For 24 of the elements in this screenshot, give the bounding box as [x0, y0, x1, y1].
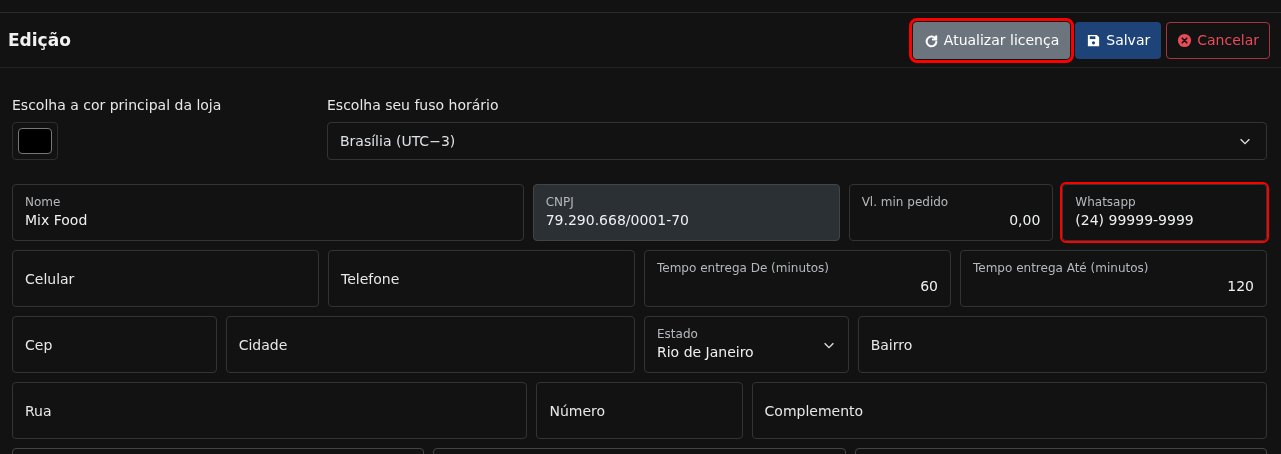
refresh-icon: [923, 32, 939, 48]
select-field[interactable]: Estado Rio de Janeiro: [644, 316, 849, 373]
cancel-button[interactable]: Cancelar: [1166, 21, 1270, 59]
input-field[interactable]: Telefone: [328, 250, 635, 307]
input-field[interactable]: Tempo entrega Até (minutos) 120: [960, 250, 1267, 307]
cancel-icon: [1177, 32, 1193, 48]
input-field[interactable]: Tempo entrega De (minutos) 60: [644, 250, 951, 307]
input-field[interactable]: Cep: [12, 316, 217, 373]
field-label: Escolha a cor principal da loja: [12, 97, 223, 113]
timezone-select[interactable]: Brasília (UTC−3): [327, 122, 1267, 160]
input-field[interactable]: Número: [536, 382, 743, 439]
input-field[interactable]: Cidade: [225, 316, 635, 373]
input-field[interactable]: Rua: [12, 382, 528, 439]
color-picker[interactable]: [12, 122, 58, 160]
input-field[interactable]: Complemento: [751, 382, 1267, 439]
save-icon: [1086, 32, 1102, 48]
input-field[interactable]: Vl. min pedido 0,00: [848, 184, 1054, 241]
field-label: Escolha seu fuso horário: [327, 97, 500, 113]
input-field[interactable]: Celular: [12, 250, 319, 307]
save-button[interactable]: Salvar: [1075, 21, 1162, 59]
input-field[interactable]: Whatsapp (24) 99999-9999: [1062, 184, 1267, 241]
page-title: Edição: [8, 30, 71, 50]
input-field[interactable]: Nome Mix Food: [12, 184, 524, 241]
input-field[interactable]: Bairro: [857, 316, 1267, 373]
